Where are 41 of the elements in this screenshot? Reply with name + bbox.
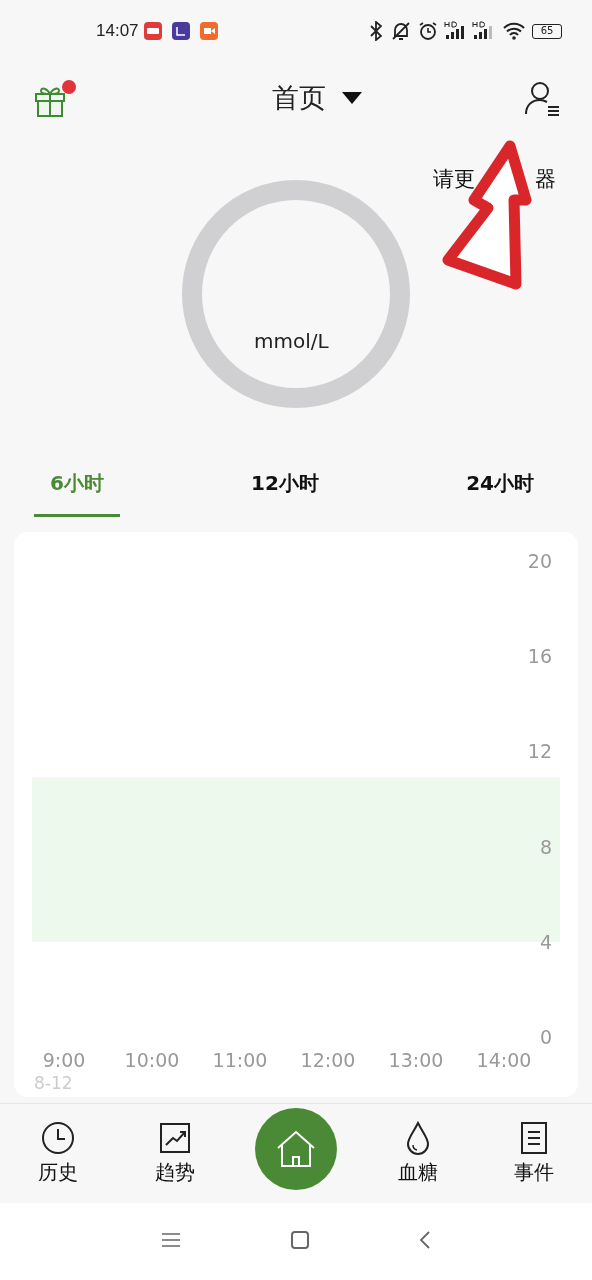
bluetooth-icon bbox=[370, 21, 382, 41]
muted-bell-icon bbox=[390, 21, 412, 41]
nav-tab[interactable]: 趋势 bbox=[138, 1120, 211, 1187]
home-icon bbox=[276, 1129, 316, 1168]
clock-icon bbox=[41, 1120, 75, 1155]
y-axis-label: 4 bbox=[539, 930, 552, 953]
gauge-unit: mmol/L bbox=[254, 328, 329, 355]
nav-tab[interactable]: 事件 bbox=[498, 1120, 570, 1187]
back-icon[interactable] bbox=[419, 1229, 431, 1250]
battery-indicator: 65 bbox=[532, 23, 562, 39]
range-tab[interactable]: 6小时 bbox=[34, 468, 120, 517]
y-axis-label: 8 bbox=[539, 835, 552, 858]
x-axis-label: 9:00 bbox=[42, 1049, 86, 1071]
dropdown-caret-icon bbox=[342, 92, 362, 104]
menu-icon[interactable] bbox=[161, 1231, 181, 1248]
nav-tab[interactable]: 血糖 bbox=[381, 1120, 454, 1187]
nav-tab[interactable]: 历史 bbox=[22, 1120, 94, 1187]
y-axis-label: 0 bbox=[539, 1026, 552, 1048]
x-axis-label: 13:00 bbox=[388, 1049, 444, 1071]
sensor-notice: 请更 bbox=[433, 166, 475, 193]
alarm-icon bbox=[418, 21, 438, 41]
x-axis-label: 12:00 bbox=[300, 1049, 356, 1071]
x-axis-label: 10:00 bbox=[124, 1049, 180, 1071]
wifi-icon bbox=[502, 21, 526, 41]
trend-chart-icon bbox=[157, 1120, 192, 1155]
video-notification-icon bbox=[199, 22, 218, 40]
range-tab[interactable]: 24小时 bbox=[450, 468, 550, 517]
range-tab[interactable]: 12小时 bbox=[235, 468, 335, 517]
x-axis-label: 14:00 bbox=[476, 1049, 532, 1071]
home-square-icon[interactable] bbox=[291, 1230, 309, 1249]
page-selector[interactable]: 首页 bbox=[272, 77, 362, 119]
user-menu-icon[interactable] bbox=[524, 80, 560, 116]
document-icon bbox=[519, 1120, 549, 1155]
status-time: 14:07 bbox=[96, 20, 139, 43]
y-axis-label: 16 bbox=[527, 645, 552, 668]
app-notification-icon bbox=[143, 22, 162, 40]
y-axis-label: 12 bbox=[527, 740, 552, 763]
sensor-notice: 器 bbox=[535, 166, 556, 193]
app-notification-icon bbox=[171, 22, 190, 40]
x-axis-label: 11:00 bbox=[212, 1049, 268, 1071]
y-axis-label: 20 bbox=[527, 550, 552, 572]
